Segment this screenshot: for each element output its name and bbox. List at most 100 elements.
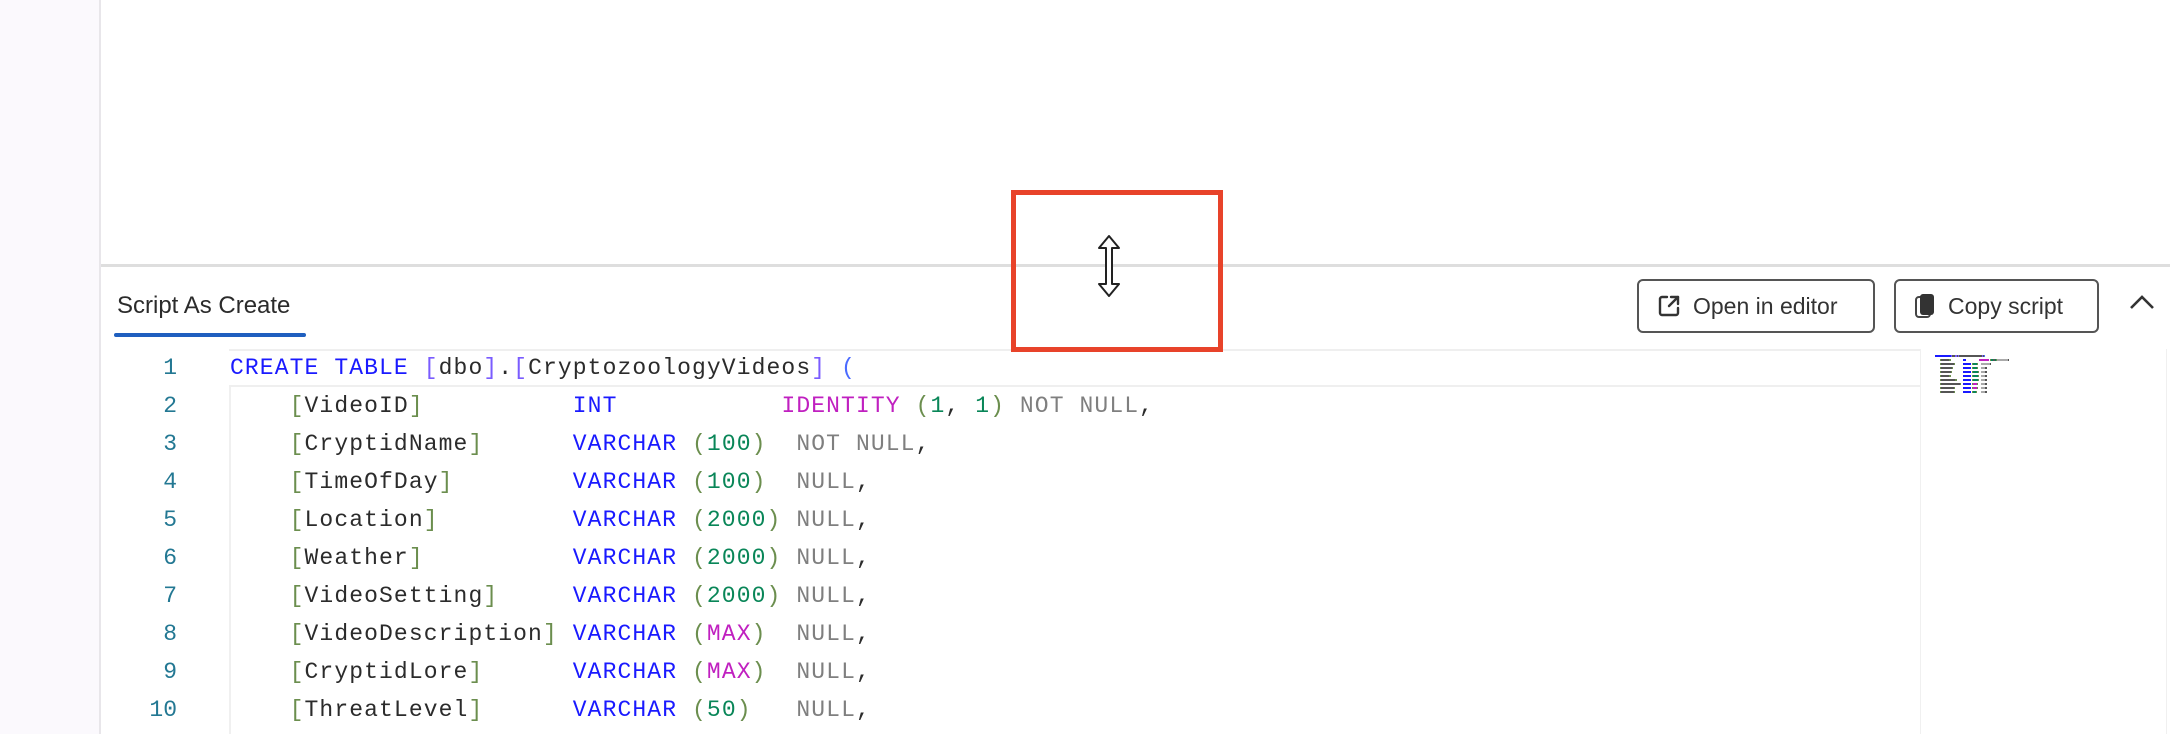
code-token-br: ) xyxy=(751,469,767,495)
code-token-id: VideoID xyxy=(304,393,409,419)
code-token-gray: NOT NULL xyxy=(796,431,916,457)
code-editor[interactable]: 1 2 3 4 5 6 7 8 9 10 CREATE TABLE [dbo].[Cryptozo… xyxy=(101,349,2170,734)
code-token-num: 2000 xyxy=(706,507,767,533)
code-token-br: ] xyxy=(542,621,558,647)
code-token-ws xyxy=(230,545,290,571)
minimap-token xyxy=(1985,379,1987,381)
line-number: 9 xyxy=(163,659,177,685)
chevron-up-icon xyxy=(2129,294,2155,315)
code-token-br: ) xyxy=(766,507,782,533)
code-token-br1: ] xyxy=(811,355,827,381)
code-token-br: ) xyxy=(751,431,767,457)
line-number: 8 xyxy=(163,621,177,647)
code-token-gray: NULL xyxy=(796,469,856,495)
code-token-br: ) xyxy=(751,659,767,685)
code-token-ws xyxy=(677,621,692,647)
code-token-ws xyxy=(483,659,572,685)
collapse-panel-button[interactable] xyxy=(2124,286,2160,322)
open-in-editor-label: Open in editor xyxy=(1693,292,1838,319)
code-token-ws xyxy=(677,697,692,723)
minimap-token xyxy=(1985,371,1987,373)
minimap-token xyxy=(1977,363,1979,365)
code-token-br: ] xyxy=(468,431,484,457)
code-token-kw: VARCHAR xyxy=(572,431,678,457)
line-number-gutter: 1 2 3 4 5 6 7 8 9 10 xyxy=(101,349,229,729)
code-token-id: , xyxy=(855,507,871,533)
line-number: 5 xyxy=(163,507,177,533)
code-token-id: , xyxy=(855,621,871,647)
minimap-token xyxy=(1985,391,1987,393)
code-token-br: ( xyxy=(692,469,707,495)
code-token-kw: VARCHAR xyxy=(572,469,678,495)
minimap-token xyxy=(1941,375,1950,377)
code-token-kw: VARCHAR xyxy=(572,583,678,609)
code-token-ws xyxy=(230,659,290,685)
minimap-token xyxy=(1962,363,1971,365)
minimap-token xyxy=(1962,359,1967,361)
code-token-id: , xyxy=(945,393,976,419)
code-token-pb: ( xyxy=(841,355,856,381)
open-in-editor-button[interactable]: Open in editor xyxy=(1637,279,1875,333)
code-token-id: , xyxy=(855,583,871,609)
minimap-token xyxy=(1977,367,1979,369)
code-token-br: ) xyxy=(766,545,782,571)
minimap-token xyxy=(1949,359,1951,361)
code-token-br: ] xyxy=(438,469,454,495)
minimap-token xyxy=(1941,367,1952,369)
code-token-ws xyxy=(677,469,692,495)
minimap-token xyxy=(1985,387,1987,389)
code-token-ws xyxy=(677,431,692,457)
line-number: 10 xyxy=(149,697,177,723)
minimap-token xyxy=(1975,391,1977,393)
minimap-token xyxy=(1959,355,1982,357)
code-token-br1: [ xyxy=(423,355,439,381)
code-token-br: ( xyxy=(692,431,707,457)
line-number: 1 xyxy=(163,355,177,381)
code-token-id: TimeOfDay xyxy=(304,469,439,495)
minimap-token xyxy=(1978,375,1980,377)
code-token-fn: MAX xyxy=(706,621,752,647)
copy-script-label: Copy script xyxy=(1948,292,2064,319)
code-token-br: [ xyxy=(289,431,305,457)
code-token-ws xyxy=(767,659,797,685)
code-token-ws xyxy=(483,431,572,457)
code-token-ws xyxy=(439,507,573,533)
minimap-token xyxy=(1978,379,1980,381)
code-token-id xyxy=(826,355,841,381)
code-token-fn: IDENTITY xyxy=(781,393,901,419)
minimap-token xyxy=(1941,359,1950,361)
code-token-gray: NULL xyxy=(796,545,856,571)
minimap-token xyxy=(1962,371,1971,373)
code-token-id: ThreatLevel xyxy=(304,697,469,723)
code-token-ws xyxy=(781,545,796,571)
minimap-token xyxy=(1941,371,1951,373)
tab-script-as-create[interactable]: Script As Create xyxy=(117,292,290,320)
code-token-id: . xyxy=(498,355,514,381)
minimap-token xyxy=(1985,375,1987,377)
code-line: CREATE TABLE [dbo].[CryptozoologyVideos]… xyxy=(229,349,1920,387)
minimap-token xyxy=(1980,363,1991,365)
code-token-num: 1 xyxy=(930,393,946,419)
minimap-token xyxy=(1985,383,1987,385)
code-token-br: ( xyxy=(692,583,707,609)
code-token-br: [ xyxy=(289,659,305,685)
minimap-token xyxy=(1962,379,1971,381)
minimap-token xyxy=(1954,387,1956,389)
minimap-token xyxy=(1962,387,1971,389)
code-token-ws xyxy=(781,583,796,609)
minimap-token xyxy=(1935,355,1951,357)
code-line: [CryptidLore] VARCHAR (MAX) NULL, xyxy=(229,653,1920,691)
code-token-gray: NULL xyxy=(796,583,856,609)
minimap-token xyxy=(1962,383,1971,385)
copy-script-button[interactable]: Copy script xyxy=(1894,279,2099,333)
active-tab-indicator xyxy=(114,333,306,337)
minimap-token xyxy=(1941,387,1955,389)
code-lines[interactable]: CREATE TABLE [dbo].[CryptozoologyVideos]… xyxy=(229,349,1920,729)
code-token-gray: NULL xyxy=(796,697,856,723)
minimap[interactable] xyxy=(1920,349,2167,734)
code-token-id: Location xyxy=(304,507,424,533)
code-token-id: Weather xyxy=(304,545,409,571)
code-token-id: CryptozoologyVideos xyxy=(528,355,812,381)
code-token-ws xyxy=(781,507,796,533)
code-token-br: ) xyxy=(751,621,767,647)
